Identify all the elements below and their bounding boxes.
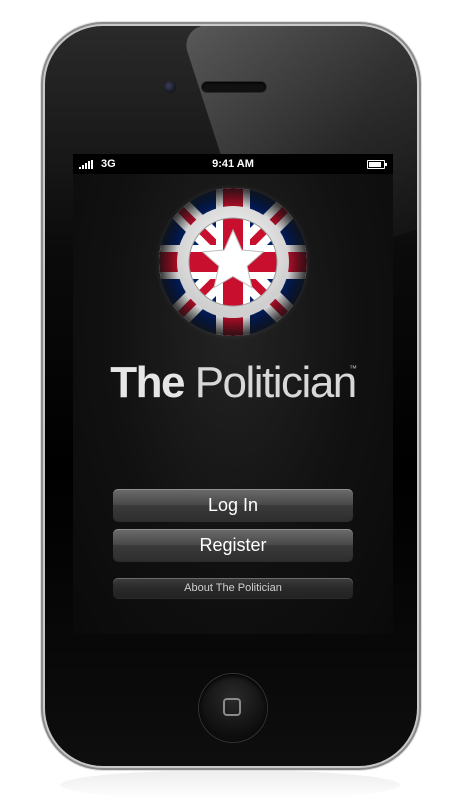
earpiece-speaker <box>202 82 266 92</box>
app-screen: 3G 9:41 AM The Politician ™ Log In Regis… <box>73 154 393 634</box>
home-square-icon <box>223 698 241 716</box>
app-brand-title: The Politician <box>73 358 393 408</box>
status-bar: 3G 9:41 AM <box>73 154 393 174</box>
battery-icon <box>367 160 387 169</box>
phone-reflection <box>60 770 400 800</box>
about-button[interactable]: About The Politician <box>113 578 353 598</box>
trademark-mark: ™ <box>349 364 357 373</box>
login-button[interactable]: Log In <box>113 489 353 521</box>
phone-frame: 3G 9:41 AM The Politician ™ Log In Regis… <box>45 26 417 766</box>
brand-word-light: Politician <box>194 358 358 407</box>
home-button[interactable] <box>199 674 267 742</box>
register-button[interactable]: Register <box>113 529 353 561</box>
status-time: 9:41 AM <box>212 158 254 170</box>
star-in-union-jack-circle-icon <box>155 184 311 340</box>
brand-word-bold: The <box>110 358 185 407</box>
stage: 3G 9:41 AM The Politician ™ Log In Regis… <box>0 0 458 803</box>
front-camera-icon <box>164 81 176 93</box>
